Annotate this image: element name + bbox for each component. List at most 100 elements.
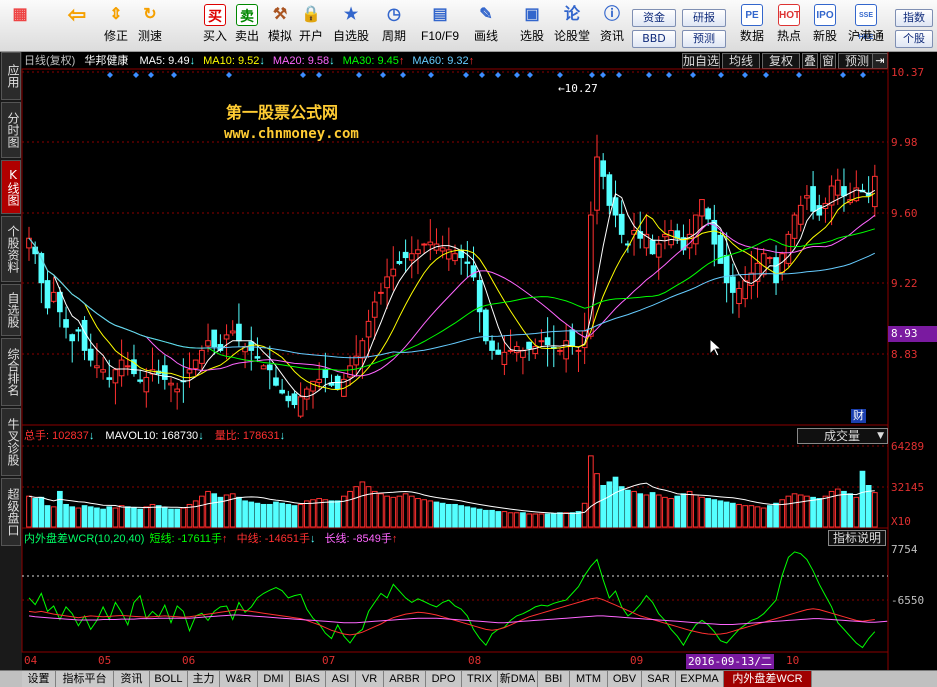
- volume-bar: [168, 508, 174, 528]
- kline-chart[interactable]: [0, 0, 937, 687]
- volume-bar: [390, 496, 397, 528]
- chevron-down-icon: ▼: [877, 431, 884, 441]
- candle-body: [137, 379, 143, 382]
- event-diamond-icon: [356, 72, 362, 78]
- mavol-value: 168730: [161, 430, 199, 442]
- price-axis-label: 9.22: [891, 277, 918, 290]
- volume-bar: [625, 489, 631, 528]
- candle-body: [384, 276, 390, 289]
- volume-bar: [507, 512, 514, 528]
- volume-bar: [279, 502, 285, 528]
- volume-bar: [489, 509, 495, 528]
- volume-bar: [415, 498, 421, 528]
- bottom-tab-17[interactable]: SAR: [642, 671, 676, 687]
- bottom-tab-0[interactable]: 设置: [22, 671, 56, 687]
- volume-bar: [594, 473, 600, 528]
- candle-body: [445, 249, 452, 260]
- bottom-tab-3[interactable]: BOLL: [150, 671, 188, 687]
- bottom-tab-9[interactable]: VR: [356, 671, 384, 687]
- month-tick-label: 04: [24, 654, 38, 667]
- volume-bar: [742, 505, 749, 528]
- volume-bar: [266, 503, 273, 528]
- volume-bar: [137, 508, 143, 528]
- candle-body: [75, 329, 82, 332]
- volume-bar: [680, 493, 687, 528]
- candle-body: [662, 233, 668, 238]
- bottom-tab-18[interactable]: EXPMA: [676, 671, 724, 687]
- bottom-tab-2[interactable]: 资讯: [114, 671, 150, 687]
- candle-body: [520, 349, 526, 358]
- volume-bar: [711, 499, 718, 528]
- volume-bar: [692, 494, 699, 528]
- candle-body: [57, 291, 63, 313]
- bottom-tab-19[interactable]: 内外盘差WCR: [724, 671, 812, 687]
- candle-body: [421, 243, 427, 246]
- bottom-tab-10[interactable]: ARBR: [384, 671, 426, 687]
- candle-body: [439, 247, 446, 252]
- volume-bar: [100, 508, 106, 528]
- event-diamond-icon: [300, 72, 306, 78]
- bottom-tab-1[interactable]: 指标平台: [56, 671, 114, 687]
- bottom-tab-8[interactable]: ASI: [326, 671, 356, 687]
- volume-bar: [57, 490, 63, 528]
- bottom-tab-13[interactable]: 新DMA: [498, 671, 538, 687]
- volume-bar: [273, 501, 279, 528]
- down-arrow-icon: ↓: [279, 430, 286, 442]
- candle-body: [415, 249, 421, 255]
- ma30-line: [28, 228, 875, 371]
- bottom-tab-11[interactable]: DPO: [426, 671, 462, 687]
- down-arrow-icon: ↓: [88, 430, 95, 442]
- volume-bar: [322, 499, 329, 528]
- candle-body: [266, 364, 273, 371]
- volume-bar: [359, 481, 366, 528]
- bottom-tab-7[interactable]: BIAS: [290, 671, 326, 687]
- event-diamond-icon: [557, 72, 563, 78]
- candle-body: [723, 254, 730, 284]
- volume-bar: [50, 506, 57, 528]
- candle-body: [371, 301, 378, 318]
- volume-indicator-dropdown[interactable]: 成交量 ▼: [797, 428, 888, 444]
- volume-bar: [470, 507, 477, 528]
- candle-body: [427, 241, 434, 246]
- volume-bar: [236, 496, 242, 528]
- indicator-help-button[interactable]: 指标说明: [828, 530, 886, 546]
- bottom-tab-12[interactable]: TRIX: [462, 671, 498, 687]
- volume-bar: [180, 507, 187, 528]
- volume-bar: [174, 508, 181, 528]
- volume-bar: [532, 513, 539, 528]
- volume-bar: [587, 455, 594, 528]
- candle-body: [365, 320, 372, 338]
- volume-bar: [427, 500, 434, 528]
- month-tick-label: 05: [98, 654, 112, 667]
- candle-body: [544, 337, 551, 346]
- bottom-tab-15[interactable]: MTM: [570, 671, 608, 687]
- candle-body: [705, 208, 711, 220]
- event-diamond-icon: [600, 72, 606, 78]
- indicator-header: 内外盘差WCR(10,20,40) 短线: -17611手↑ 中线: -1465…: [24, 531, 784, 547]
- candle-body: [199, 349, 205, 364]
- volume-bar: [378, 493, 384, 528]
- candle-body: [736, 288, 742, 305]
- event-diamond-icon: [479, 72, 485, 78]
- volume-bar: [618, 486, 625, 528]
- candle-body: [192, 359, 199, 369]
- candle-body: [699, 199, 705, 217]
- bottom-tab-16[interactable]: OBV: [608, 671, 642, 687]
- bottom-tab-14[interactable]: BBI: [538, 671, 570, 687]
- event-diamond-icon: [860, 72, 866, 78]
- volume-bar: [575, 511, 582, 528]
- financial-report-badge[interactable]: 财: [851, 409, 866, 423]
- bottom-tab-4[interactable]: 主力: [188, 671, 220, 687]
- candle-body: [816, 205, 823, 216]
- bottom-tab-5[interactable]: W&R: [220, 671, 258, 687]
- candle-body: [229, 330, 236, 334]
- bottom-tab-6[interactable]: DMI: [258, 671, 290, 687]
- indicator-name[interactable]: 内外盘差WCR(10,20,40): [24, 533, 144, 545]
- volume-bar: [544, 513, 551, 528]
- volume-bar: [736, 503, 742, 528]
- candle-body: [347, 365, 353, 378]
- event-diamond-icon: [226, 72, 232, 78]
- volume-bar: [513, 512, 520, 528]
- high-price-value: 10.27: [564, 82, 598, 95]
- event-diamond-icon: [380, 72, 386, 78]
